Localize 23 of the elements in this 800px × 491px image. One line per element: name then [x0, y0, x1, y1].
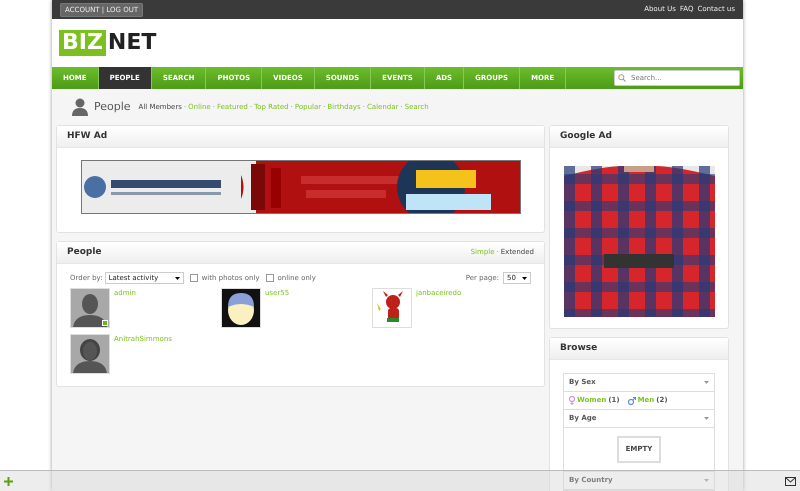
- caret-icon: [704, 417, 709, 420]
- logo-text: BIZ: [59, 30, 106, 56]
- logo-text: NET: [108, 30, 156, 56]
- panel-title: Google Ad: [560, 130, 612, 143]
- male-icon: [628, 396, 636, 404]
- checkbox[interactable]: [266, 274, 274, 282]
- panel-title: Browse: [560, 342, 598, 355]
- plus-icon: [4, 476, 13, 486]
- mail-icon: [785, 476, 796, 486]
- panel-title: People: [67, 246, 102, 259]
- avatar[interactable]: [221, 288, 261, 328]
- caret-icon: [704, 381, 709, 384]
- checkbox[interactable]: [190, 274, 198, 282]
- person-icon: [72, 98, 88, 116]
- caret-icon: [704, 478, 709, 482]
- female-icon: [569, 396, 575, 405]
- panel-title: HFW Ad: [67, 130, 108, 143]
- avatar[interactable]: [70, 334, 110, 374]
- avatar[interactable]: [372, 288, 412, 328]
- search-icon: [618, 74, 626, 82]
- page-title: People: [94, 98, 131, 115]
- caret-icon: [174, 276, 180, 280]
- caret-icon: [522, 276, 527, 280]
